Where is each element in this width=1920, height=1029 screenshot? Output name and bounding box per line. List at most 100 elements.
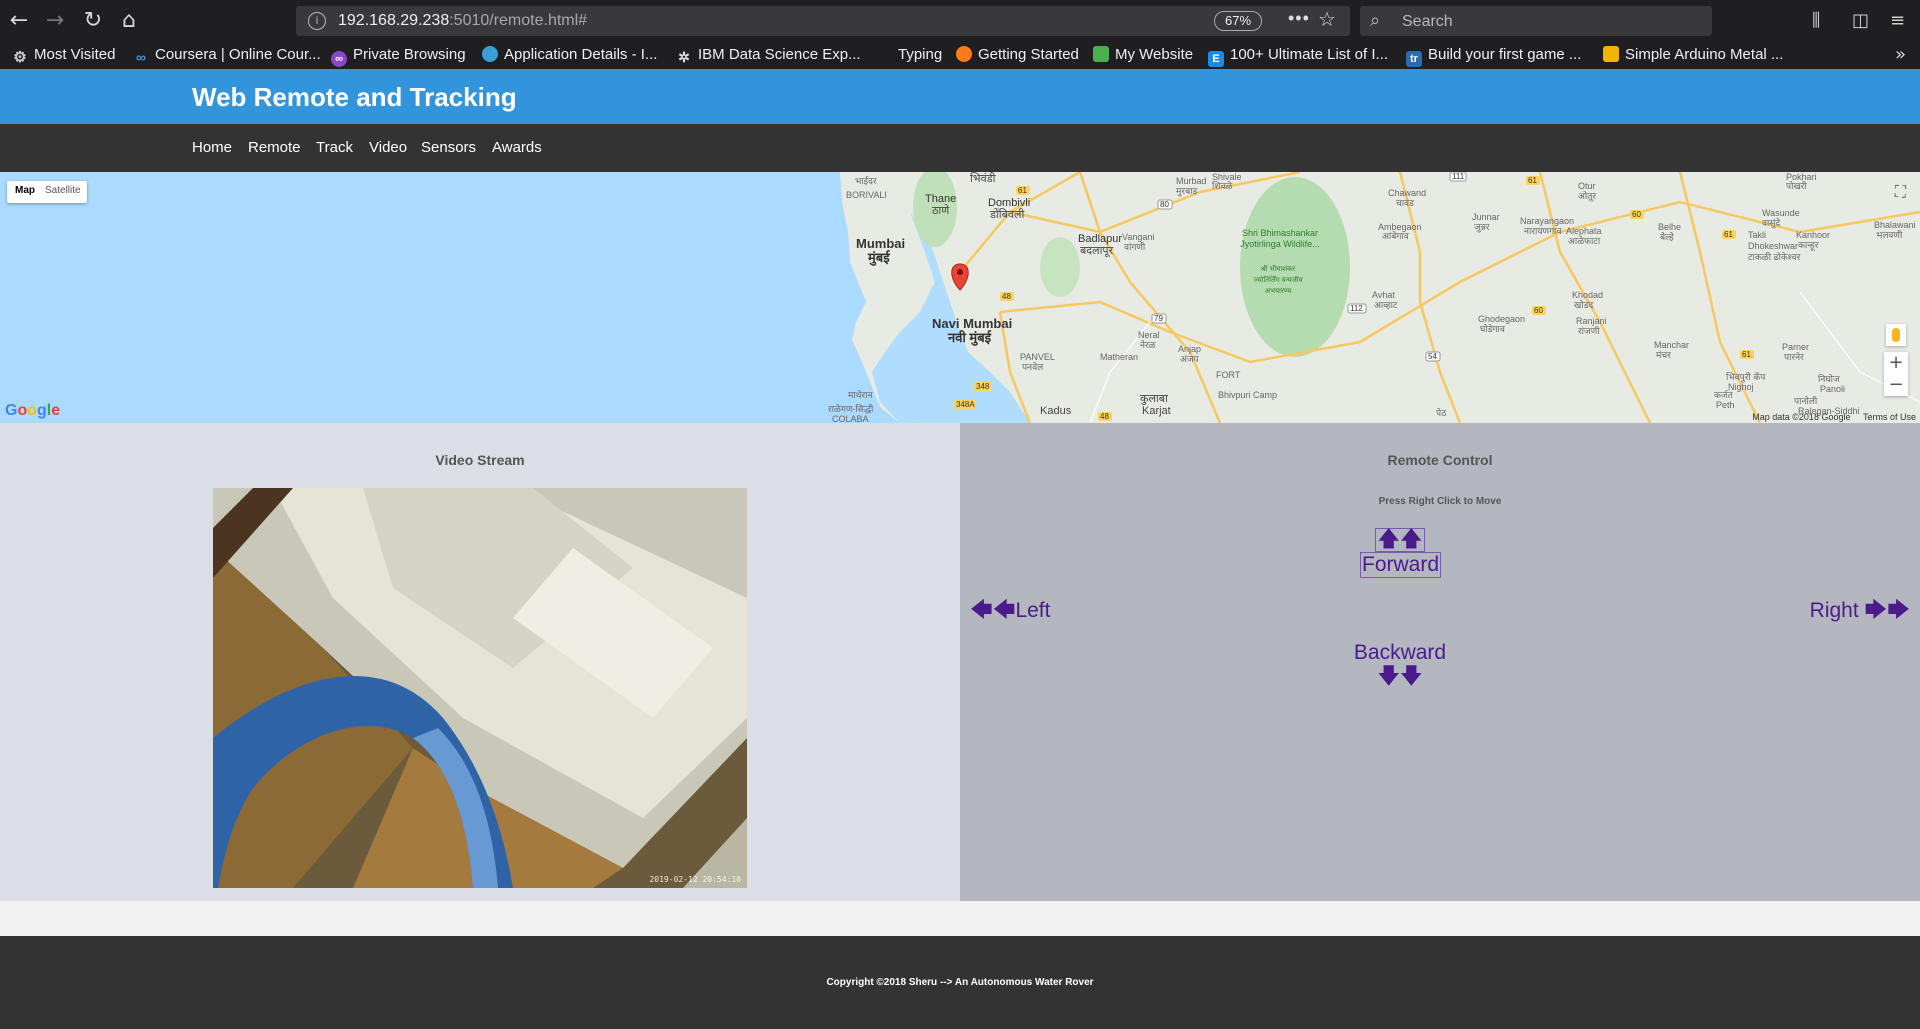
page-actions-icon[interactable]: ••• [1288,8,1310,29]
right-button[interactable]: Right 🡆🡆 [1810,599,1910,623]
bookmark-my-website[interactable]: My Website [1093,45,1193,65]
map-type-map[interactable]: Map [15,185,35,196]
map-label: Kadus [1040,405,1072,417]
map-label: Bhivpuri Camp [1218,390,1278,400]
map-label: नेरळ [1140,340,1156,350]
sidebar-icon[interactable]: ◫ [1852,10,1869,31]
app-icon [482,46,498,62]
video-stream[interactable]: 2019-02-12 20:54:10 [213,488,747,888]
map-label: चावंड [1396,198,1414,208]
left-button[interactable]: 🡄🡄Left [970,599,1050,623]
pegman-icon[interactable] [1886,324,1906,346]
terms-of-use-link[interactable]: Terms of Use [1863,412,1916,422]
nav-remote[interactable]: Remote [248,139,301,156]
map-label: ठाणे [932,205,950,217]
map-label: पोखरी [1786,181,1807,191]
nav-video[interactable]: Video [369,139,407,156]
back-icon[interactable]: ← [6,8,32,34]
site-icon [1093,46,1109,62]
address-bar[interactable]: i 192.168.29.238:5010/remote.html# 67% •… [296,6,1350,36]
bookmark-label: Private Browsing [353,46,466,63]
url-text[interactable]: 192.168.29.238:5010/remote.html# [338,12,587,30]
bookmark-coursera[interactable]: ∞ Coursera | Online Cour... [133,45,321,65]
map-label: आव्हाट [1374,300,1398,310]
nav-track[interactable]: Track [316,139,353,156]
bookmark-application-details[interactable]: Application Details - I... [482,45,657,65]
map-type-satellite[interactable]: Satellite [45,185,81,196]
left-label: Left [1015,599,1051,622]
bookmark-label: Most Visited [34,46,116,63]
map-label: पारनेर [1784,352,1804,362]
map-label: FORT [1216,370,1241,380]
video-frame-image [213,488,747,888]
chevron-right-icon[interactable]: » [1895,44,1906,65]
map-label: Panoli [1820,384,1846,394]
map-type-control[interactable]: Map Satellite [7,181,87,203]
bookmark-star-icon[interactable]: ☆ [1318,7,1336,31]
nav-awards[interactable]: Awards [492,139,542,156]
forward-label: Forward [1360,552,1442,578]
menu-icon[interactable]: ≡ [1890,10,1905,31]
map-label: आळेफाटा [1568,236,1601,246]
footer-copyright: Copyright ©2018 Sheru --> An Autonomous … [826,977,1094,988]
search-box[interactable]: ⌕ [1360,6,1712,36]
bookmark-label: Getting Started [978,46,1079,63]
bookmark-most-visited[interactable]: ⚙ Most Visited [12,45,115,66]
nav-sensors[interactable]: Sensors [421,139,476,156]
forward-button[interactable]: 🡅🡅 Forward [1360,528,1442,578]
instructables-icon [1603,46,1619,62]
zoom-in-icon[interactable]: + [1884,352,1908,374]
map-label: भलवणी [1876,230,1903,240]
map-label: वासुंदे [1762,218,1781,228]
map-label: टाकळी ढोकेश्वर [1748,252,1801,262]
forward-nav-icon[interactable]: → [42,8,68,34]
bookmark-build-first-game[interactable]: tr Build your first game ... [1406,45,1581,67]
bookmark-ibm-data-science[interactable]: ✲ IBM Data Science Exp... [676,45,860,65]
browser-toolbar: ← → ↻ ⌂ i 192.168.29.238:5010/remote.htm… [0,0,1920,42]
search-input[interactable] [1400,10,1704,34]
bookmark-ultimate-list[interactable]: E 100+ Ultimate List of I... [1208,45,1388,67]
map-label: भाईदर [855,176,877,186]
map-label: अंजप [1180,354,1199,364]
map[interactable]: Map Satellite भाईदर BORIVALI भिवंडी Than… [0,172,1920,423]
bookmark-arduino-metal[interactable]: Simple Arduino Metal ... [1603,45,1783,65]
map-label: COLABA [832,414,869,423]
map-label: नवी मुंबई [948,330,992,345]
backward-button[interactable]: Backward 🡇🡇 [1350,641,1450,689]
arrow-down-icon: 🡇🡇 [1377,664,1423,689]
library-icon[interactable]: ⫼ [1812,10,1820,31]
nav-home[interactable]: Home [192,139,232,156]
map-label: घोडेगाव [1480,324,1505,334]
map-label: बेल्हे [1660,232,1674,242]
site-info-icon[interactable]: i [308,12,326,30]
zoom-indicator[interactable]: 67% [1214,11,1262,31]
map-label: खोडद [1574,300,1594,310]
bookmark-typing[interactable]: Typing [898,45,942,65]
map-label: माथेरान [848,390,873,400]
zoom-out-icon[interactable]: − [1884,374,1908,396]
bookmark-label: Simple Arduino Metal ... [1625,46,1784,63]
coursera-icon: ∞ [136,49,146,65]
e-icon: E [1208,51,1224,67]
map-label: Mumbai [856,236,906,251]
map-label: Shri Bhimashankar Jyotirlinga Wildlife..… [1240,228,1320,249]
home-icon[interactable]: ⌂ [116,8,142,34]
map-credit: Map data ©2018 Google Terms of Use [1752,412,1916,422]
right-label: Right [1809,599,1859,622]
map-label: Thane [925,193,957,205]
map-label: श्री भीमाशंकर ज्योतिर्लिंग वन्यजीव अभयार… [1253,266,1303,295]
mask-icon: ∞ [331,51,347,67]
arrow-right-icon: 🡆🡆 [1864,598,1910,623]
bookmark-private-browsing[interactable]: ∞ Private Browsing [331,45,466,67]
arrow-left-icon: 🡄🡄 [970,598,1016,623]
map-label: Peth [1716,400,1735,410]
map-label: पनवेल [1022,362,1044,372]
map-zoom-control[interactable]: + − [1884,352,1908,396]
reload-icon[interactable]: ↻ [80,8,106,34]
search-icon: ⌕ [1370,10,1381,31]
fullscreen-icon[interactable]: ⛶ [1895,182,1906,202]
map-label: BORIVALI [846,190,887,200]
map-label: Navi Mumbai [932,316,1013,331]
bookmark-getting-started[interactable]: Getting Started [956,45,1079,65]
remote-hint: Press Right Click to Move [1378,496,1502,507]
